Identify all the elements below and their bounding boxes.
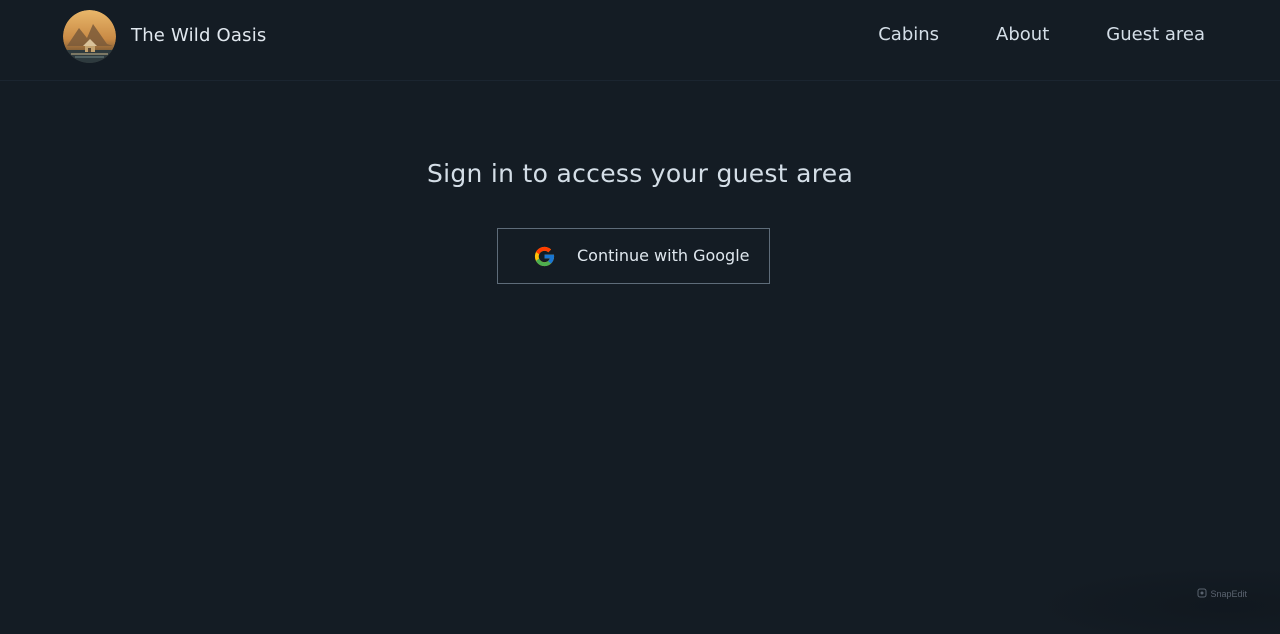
snapedit-icon — [1197, 588, 1207, 600]
google-signin-button[interactable]: Continue with Google — [497, 228, 770, 284]
google-button-label: Continue with Google — [577, 246, 750, 265]
google-icon — [533, 245, 556, 268]
brand-name: The Wild Oasis — [131, 25, 267, 46]
nav-cabins[interactable]: Cabins — [878, 24, 939, 46]
site-header: The Wild Oasis Cabins About Guest area — [0, 0, 1280, 81]
logo-link[interactable]: The Wild Oasis — [63, 10, 267, 63]
main-nav: Cabins About Guest area — [878, 24, 1205, 46]
page-title: Sign in to access your guest area — [426, 159, 854, 188]
logo-image — [63, 10, 116, 63]
nav-about[interactable]: About — [996, 24, 1049, 46]
nav-guest-area[interactable]: Guest area — [1106, 24, 1205, 46]
main-content: Sign in to access your guest area Contin… — [0, 81, 1280, 634]
watermark: SnapEdit — [1197, 588, 1247, 600]
watermark-text: SnapEdit — [1210, 589, 1247, 599]
